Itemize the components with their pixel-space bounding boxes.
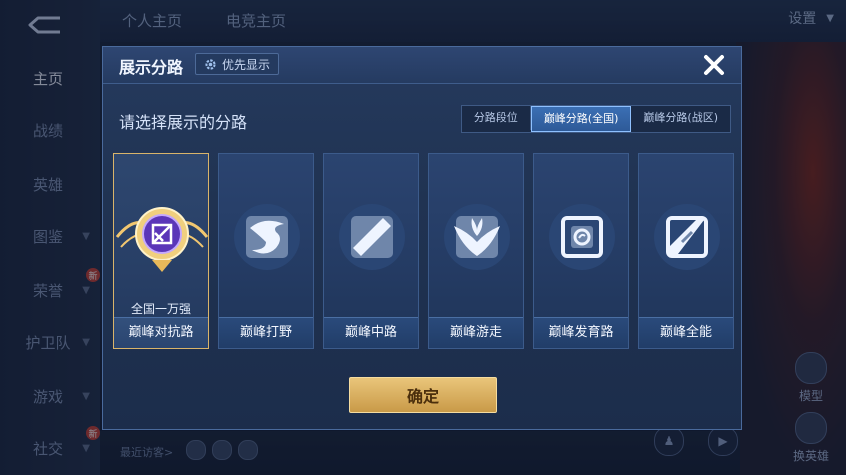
priority-display-button[interactable]: 优先显示 [195,53,280,75]
lane-card-label: 巅峰对抗路 [114,317,208,348]
confirm-button[interactable]: 确定 [349,377,497,413]
lane-card-label: 巅峰全能 [639,317,733,348]
close-button[interactable] [699,50,729,80]
display-lane-dialog: 展示分路 优先显示 请选择展示的分路 分路段位 巅峰分路(全国) 巅峰分路(战区… [102,46,742,430]
lane-card-mid[interactable]: 巅峰中路 [323,153,419,349]
all-round-icon [652,202,722,272]
lane-card-label: 巅峰游走 [429,317,523,348]
farm-lane-icon [547,202,617,272]
roam-icon [442,202,512,272]
dialog-title: 展示分路 [119,58,184,77]
lane-card-list: 全国一万强 巅峰对抗路 巅峰打野 巅峰中路 巅峰游走 巅峰发育路 巅峰全能 [113,153,734,351]
lane-card-farm[interactable]: 巅峰发育路 [533,153,629,349]
jungle-icon [232,202,302,272]
lane-card-label: 巅峰打野 [219,317,313,348]
lane-card-label: 巅峰中路 [324,317,418,348]
gear-icon [205,58,216,70]
lane-source-tabs: 分路段位 巅峰分路(全国) 巅峰分路(战区) [460,105,731,133]
lane-card-jungle[interactable]: 巅峰打野 [218,153,314,349]
rank-text: 全国一万强 [130,302,191,316]
close-icon [704,55,724,75]
lane-card-all-round[interactable]: 巅峰全能 [638,153,734,349]
mid-lane-icon [337,202,407,272]
lane-card-roam[interactable]: 巅峰游走 [428,153,524,349]
lane-card-label: 巅峰发育路 [534,317,628,348]
lane-card-clash[interactable]: 全国一万强 巅峰对抗路 [113,153,209,349]
tab-lane-rank[interactable]: 分路段位 [462,106,531,130]
tab-peak-lane-region[interactable]: 巅峰分路(战区) [631,106,730,130]
tab-peak-lane-national[interactable]: 巅峰分路(全国) [530,106,632,132]
clash-lane-icon [115,202,209,272]
dialog-subtitle: 请选择展示的分路 [119,113,248,132]
dialog-header: 展示分路 优先显示 [103,47,741,84]
